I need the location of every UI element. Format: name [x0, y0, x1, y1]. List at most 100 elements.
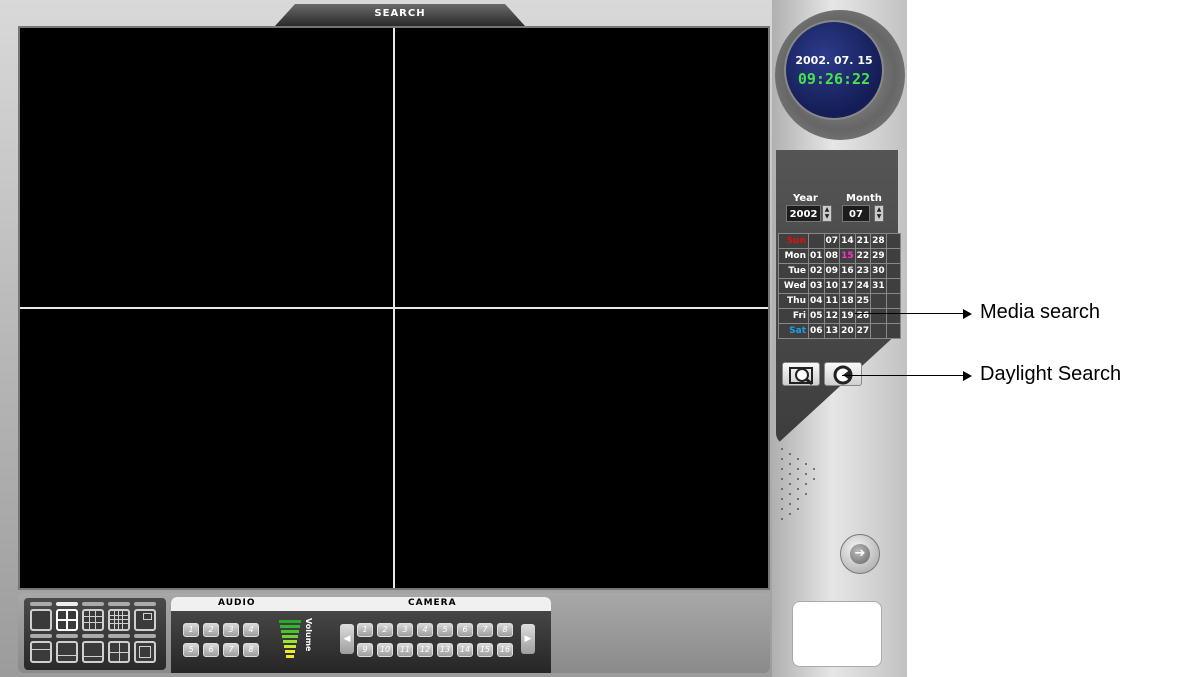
- audio-channel-button[interactable]: 5: [183, 643, 199, 657]
- calendar-date-cell[interactable]: 02: [808, 263, 825, 279]
- calendar-day-label: Sat: [778, 323, 809, 339]
- camera-channel-button[interactable]: 11: [397, 643, 413, 657]
- calendar-date-cell[interactable]: 27: [854, 323, 872, 339]
- calendar-date-cell[interactable]: 21: [854, 233, 872, 249]
- speaker-dot: [789, 513, 791, 515]
- camera-channel-button[interactable]: 14: [457, 643, 473, 657]
- calendar-date-cell[interactable]: 28: [870, 233, 887, 249]
- speaker-dot: [805, 483, 807, 485]
- calendar-date-cell: [870, 308, 887, 324]
- speaker-dot: [781, 498, 783, 500]
- camera-channel-button[interactable]: 6: [457, 623, 473, 637]
- audio-channel-button[interactable]: 8: [243, 643, 259, 657]
- calendar-date-cell[interactable]: 24: [854, 278, 872, 294]
- annotation-media-search: Media search: [980, 301, 1101, 323]
- camera-channel-button[interactable]: 2: [377, 623, 393, 637]
- camera-next-button[interactable]: ▶: [521, 624, 535, 654]
- layout-4x4-button[interactable]: [108, 609, 130, 631]
- calendar-date-cell[interactable]: 31: [870, 278, 887, 294]
- calendar-date-cell[interactable]: 10: [823, 278, 841, 294]
- calendar-date-cell[interactable]: 08: [823, 248, 841, 264]
- calendar-date-cell[interactable]: 19: [839, 308, 856, 324]
- calendar-date-cell[interactable]: 05: [808, 308, 825, 324]
- calendar-date-cell[interactable]: 30: [870, 263, 887, 279]
- annotation-daylight-search: Daylight Search: [980, 363, 1122, 385]
- audio-channel-button[interactable]: 1: [183, 623, 199, 637]
- video-cell-2[interactable]: [395, 28, 768, 307]
- calendar-date-cell[interactable]: 25: [854, 293, 872, 309]
- daylight-search-button[interactable]: [824, 362, 862, 386]
- camera-channel-button[interactable]: 7: [477, 623, 493, 637]
- calendar-date-cell[interactable]: 20: [839, 323, 856, 339]
- speaker-dot: [813, 478, 815, 480]
- calendar-date-cell[interactable]: 11: [823, 293, 841, 309]
- layout-6-button[interactable]: [30, 641, 52, 663]
- calendar-date-cell: [885, 278, 901, 294]
- calendar-date-cell[interactable]: 04: [808, 293, 825, 309]
- year-value[interactable]: 2002: [786, 205, 821, 222]
- layout-13-button[interactable]: [108, 641, 130, 663]
- month-value[interactable]: 07: [842, 205, 870, 222]
- year-spinner[interactable]: ▲ ▼: [822, 205, 832, 222]
- month-spinner[interactable]: ▲ ▼: [874, 205, 884, 222]
- speaker-dot: [781, 468, 783, 470]
- video-cell-3[interactable]: [20, 309, 393, 588]
- calendar-date-cell[interactable]: 14: [839, 233, 856, 249]
- camera-channel-button[interactable]: 13: [437, 643, 453, 657]
- calendar-date-cell[interactable]: 01: [808, 248, 825, 264]
- annotation-arrow: [963, 371, 972, 381]
- speaker-dot: [789, 483, 791, 485]
- speaker-dot: [781, 478, 783, 480]
- speaker-dot: [805, 463, 807, 465]
- camera-channel-button[interactable]: 1: [357, 623, 373, 637]
- camera-channel-button[interactable]: 5: [437, 623, 453, 637]
- audio-channel-button[interactable]: 7: [223, 643, 239, 657]
- camera-channel-button[interactable]: 8: [497, 623, 513, 637]
- layout-pip-button[interactable]: [134, 609, 156, 631]
- camera-channel-button[interactable]: 10: [377, 643, 393, 657]
- speaker-dot: [797, 508, 799, 510]
- video-cell-1[interactable]: [20, 28, 393, 307]
- speaker-dot: [789, 453, 791, 455]
- calendar-date-cell[interactable]: 09: [823, 263, 841, 279]
- layout-tab: [30, 634, 52, 638]
- calendar-date-cell[interactable]: 15: [839, 248, 856, 264]
- speaker-dot: [797, 478, 799, 480]
- camera-channel-button[interactable]: 4: [417, 623, 433, 637]
- camera-channel-button[interactable]: 9: [357, 643, 373, 657]
- calendar-date-cell[interactable]: 26: [854, 308, 872, 324]
- layout-8-button[interactable]: [56, 641, 78, 663]
- video-grid: [18, 26, 770, 590]
- camera-prev-button[interactable]: ◀: [340, 624, 354, 654]
- audio-channel-button[interactable]: 4: [243, 623, 259, 637]
- calendar-date-cell[interactable]: 29: [870, 248, 887, 264]
- calendar-date-cell[interactable]: 07: [823, 233, 841, 249]
- layout-full-button[interactable]: [134, 641, 156, 663]
- layout-1x1-button[interactable]: [30, 609, 52, 631]
- calendar-date-cell[interactable]: 06: [808, 323, 825, 339]
- calendar-date-cell[interactable]: 03: [808, 278, 825, 294]
- calendar-date-cell[interactable]: 18: [839, 293, 856, 309]
- layout-10-button[interactable]: [82, 641, 104, 663]
- calendar-date-cell[interactable]: 13: [823, 323, 841, 339]
- calendar-date-cell: [808, 233, 825, 249]
- speaker-dot: [789, 493, 791, 495]
- calendar-date-cell[interactable]: 23: [854, 263, 872, 279]
- camera-channel-button[interactable]: 12: [417, 643, 433, 657]
- video-cell-4[interactable]: [395, 309, 768, 588]
- calendar-date-cell[interactable]: 17: [839, 278, 856, 294]
- preview-box: [792, 601, 882, 667]
- layout-3x3-button[interactable]: [82, 609, 104, 631]
- audio-channel-button[interactable]: 6: [203, 643, 219, 657]
- camera-channel-button[interactable]: 15: [477, 643, 493, 657]
- audio-channel-button[interactable]: 2: [203, 623, 219, 637]
- layout-2x2-button[interactable]: [56, 609, 78, 631]
- camera-channel-button[interactable]: 16: [497, 643, 513, 657]
- calendar-day-label: Thu: [778, 293, 809, 309]
- calendar-date-cell[interactable]: 16: [839, 263, 856, 279]
- calendar-date-cell[interactable]: 22: [854, 248, 872, 264]
- camera-channel-button[interactable]: 3: [397, 623, 413, 637]
- media-search-button[interactable]: [782, 362, 820, 386]
- audio-channel-button[interactable]: 3: [223, 623, 239, 637]
- calendar-date-cell[interactable]: 12: [823, 308, 841, 324]
